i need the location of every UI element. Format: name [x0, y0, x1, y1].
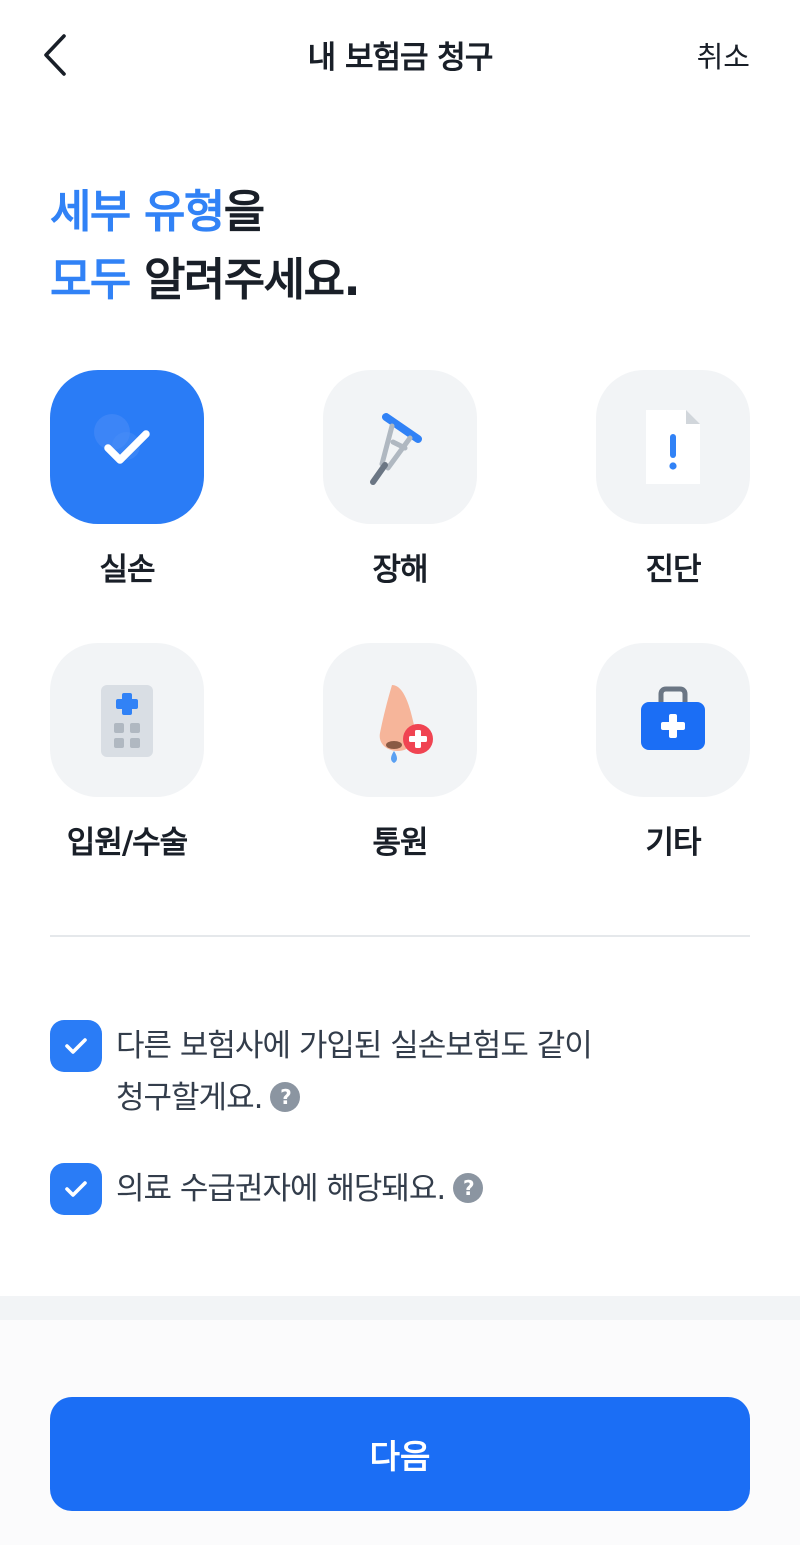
headline-text-1: 을	[223, 185, 265, 238]
option-jindan[interactable]: 진단	[596, 370, 750, 589]
help-icon[interactable]: ?	[453, 1172, 484, 1203]
hospital-building-icon	[101, 685, 153, 757]
divider	[50, 935, 750, 937]
option-tile[interactable]	[596, 643, 750, 797]
check-label: 다른 보험사에 가입된 실손보험도 같이 청구할게요.?	[116, 1020, 593, 1124]
first-aid-kit-icon	[641, 686, 705, 750]
nose-clinic-icon	[379, 685, 433, 763]
headline-highlight-2: 모두	[50, 253, 131, 306]
page-title: 내 보험금 청구	[307, 40, 494, 76]
check-label-line-2: 청구할게요.?	[116, 1072, 592, 1124]
option-tile[interactable]	[50, 643, 204, 797]
headline-line-1: 세부 유형을	[50, 178, 359, 246]
option-ipwon-susul[interactable]: 입원/수술	[50, 643, 204, 862]
headline: 세부 유형을 모두 알려주세요.	[50, 178, 361, 314]
option-label: 장해	[372, 552, 428, 588]
option-label: 입원/수술	[66, 825, 188, 861]
check-label-line-1: 다른 보험사에 가입된 실손보험도 같이	[116, 1028, 593, 1064]
option-gita[interactable]: 기타	[596, 643, 750, 862]
next-button[interactable]: 다음	[50, 1397, 750, 1511]
option-tile[interactable]	[596, 370, 750, 524]
checkbox[interactable]	[50, 1020, 102, 1072]
crutch-icon	[370, 413, 422, 485]
top-app-bar: 내 보험금 청구 취소	[0, 0, 800, 106]
document-alert-icon	[646, 410, 700, 484]
help-icon[interactable]: ?	[270, 1081, 301, 1112]
headline-highlight-1: 세부 유형	[50, 185, 225, 238]
checkbox[interactable]	[50, 1163, 102, 1215]
option-label: 진단	[645, 552, 701, 588]
cancel-button[interactable]: 취소	[697, 34, 750, 76]
option-label: 통원	[372, 825, 428, 861]
section-separator	[0, 1296, 800, 1320]
headline-line-2: 모두 알려주세요.	[50, 246, 361, 314]
option-silson[interactable]: 실손	[50, 370, 204, 589]
option-tile[interactable]	[323, 643, 477, 797]
option-tongwon[interactable]: 통원	[323, 643, 477, 862]
check-label: 의료 수급권자에 해당돼요.?	[116, 1163, 484, 1215]
option-janghae[interactable]: 장해	[323, 370, 477, 589]
option-tile[interactable]	[50, 370, 204, 524]
headline-text-2: 알려주세요.	[129, 253, 361, 306]
option-label: 기타	[645, 825, 701, 861]
check-row-medical-aid[interactable]: 의료 수급권자에 해당돼요.?	[50, 1163, 750, 1215]
option-label: 실손	[99, 552, 155, 588]
check-row-other-insurers[interactable]: 다른 보험사에 가입된 실손보험도 같이 청구할게요.?	[50, 1020, 750, 1124]
check-label-line-2-text: 청구할게요.	[116, 1080, 263, 1116]
checkmark-icon	[65, 1181, 87, 1197]
option-tile[interactable]	[323, 370, 477, 524]
check-label-text: 의료 수급권자에 해당돼요.	[116, 1171, 446, 1207]
checkmark-icon	[65, 1038, 87, 1054]
check-icon	[94, 414, 150, 464]
